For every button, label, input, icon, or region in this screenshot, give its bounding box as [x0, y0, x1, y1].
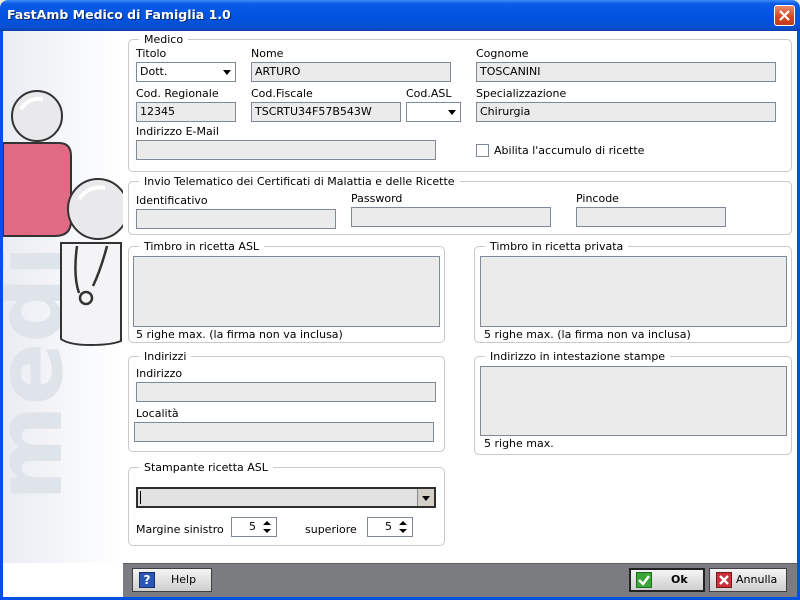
pincode-field[interactable] — [576, 207, 726, 227]
spin-up-icon[interactable] — [260, 519, 274, 527]
titolo-value: Dott. — [140, 65, 168, 78]
close-icon — [779, 10, 790, 21]
spin-up-icon[interactable] — [396, 519, 410, 527]
timbro-asl-textarea[interactable] — [133, 256, 440, 327]
superiore-stepper[interactable]: 5 — [367, 517, 413, 537]
timbro-asl-note: 5 righe max. (la firma non va inclusa) — [136, 328, 343, 341]
superiore-label: superiore — [305, 523, 357, 536]
titolo-label: Titolo — [136, 47, 167, 60]
identificativo-field[interactable] — [136, 209, 336, 229]
margine-sinistro-stepper[interactable]: 5 — [231, 517, 277, 537]
close-button[interactable] — [774, 5, 795, 26]
superiore-value: 5 — [385, 520, 392, 533]
text-caret — [140, 491, 141, 504]
identificativo-label: Identificativo — [136, 194, 208, 207]
medico-legend: Medico — [144, 33, 184, 46]
chevron-down-icon — [223, 70, 231, 75]
help-icon: ? — [139, 572, 155, 588]
title-bar[interactable]: FastAmb Medico di Famiglia 1.0 — [0, 0, 800, 31]
stampante-legend: Stampante ricetta ASL — [144, 461, 268, 474]
cod-asl-select[interactable] — [406, 102, 461, 122]
cognome-field[interactable]: TOSCANINI — [476, 62, 776, 82]
intestazione-note: 5 righe max. — [484, 437, 554, 450]
indirizzo-label: Indirizzo — [136, 367, 183, 380]
specializzazione-field[interactable]: Chirurgia — [476, 102, 776, 122]
intestazione-textarea[interactable] — [480, 366, 787, 436]
ok-button[interactable]: Ok — [629, 568, 705, 592]
window-client: medi Medico Titolo Dott. Nome ARTURO Cog… — [3, 31, 797, 597]
pincode-label: Pincode — [576, 192, 619, 205]
timbro-asl-legend: Timbro in ricetta ASL — [144, 240, 260, 253]
localita-field[interactable] — [134, 422, 434, 442]
timbro-privata-note: 5 righe max. (la firma non va inclusa) — [484, 328, 691, 341]
spin-down-icon[interactable] — [396, 528, 410, 536]
localita-label: Località — [136, 407, 179, 420]
cod-regionale-field[interactable]: 12345 — [136, 102, 236, 122]
form-panel: Medico Titolo Dott. Nome ARTURO Cognome … — [123, 31, 797, 563]
doctors-illustration: medi — [3, 90, 123, 501]
nome-field[interactable]: ARTURO — [251, 62, 451, 82]
annulla-button[interactable]: Annulla — [709, 568, 787, 592]
cod-fiscale-field[interactable]: TSCRTU34F57B543W — [251, 102, 401, 122]
annulla-label: Annulla — [736, 573, 778, 586]
email-label: Indirizzo E-Mail — [136, 125, 219, 138]
specializzazione-label: Specializzazione — [476, 87, 567, 100]
indirizzo-field[interactable] — [136, 382, 436, 402]
cancel-icon — [716, 572, 732, 588]
intestazione-legend: Indirizzo in intestazione stampe — [490, 350, 666, 363]
chevron-down-icon[interactable] — [417, 489, 434, 506]
window-frame: medi Medico Titolo Dott. Nome ARTURO Cog… — [0, 31, 800, 600]
cod-regionale-label: Cod. Regionale — [136, 87, 219, 100]
nome-label: Nome — [251, 47, 284, 60]
password-label: Password — [351, 192, 403, 205]
help-label: Help — [171, 573, 197, 586]
check-icon — [636, 572, 652, 588]
spin-down-icon[interactable] — [260, 528, 274, 536]
cod-asl-label: Cod.ASL — [406, 87, 452, 100]
margine-sinistro-label: Margine sinistro — [136, 523, 224, 536]
help-button[interactable]: ? Help — [132, 568, 212, 592]
ok-label: Ok — [671, 573, 688, 586]
margine-sinistro-value: 5 — [249, 520, 256, 533]
telematico-legend: Invio Telematico dei Certificati di Mala… — [144, 175, 455, 188]
sidebar-illustration: medi — [3, 31, 123, 563]
timbro-privata-legend: Timbro in ricetta privata — [490, 240, 624, 253]
chevron-down-icon — [448, 110, 456, 115]
password-field[interactable] — [351, 207, 551, 227]
accumulo-checkbox[interactable] — [476, 144, 489, 157]
timbro-privata-textarea[interactable] — [480, 256, 787, 327]
printer-select[interactable] — [136, 487, 436, 508]
button-bar: ? Help Ok Annulla — [123, 563, 797, 597]
email-field[interactable] — [136, 140, 436, 160]
cognome-label: Cognome — [476, 47, 529, 60]
accumulo-label: Abilita l'accumulo di ricette — [494, 144, 645, 157]
titolo-select[interactable]: Dott. — [136, 62, 236, 82]
indirizzi-legend: Indirizzi — [144, 350, 187, 363]
cod-fiscale-label: Cod.Fiscale — [251, 87, 313, 100]
window-title: FastAmb Medico di Famiglia 1.0 — [7, 7, 231, 22]
